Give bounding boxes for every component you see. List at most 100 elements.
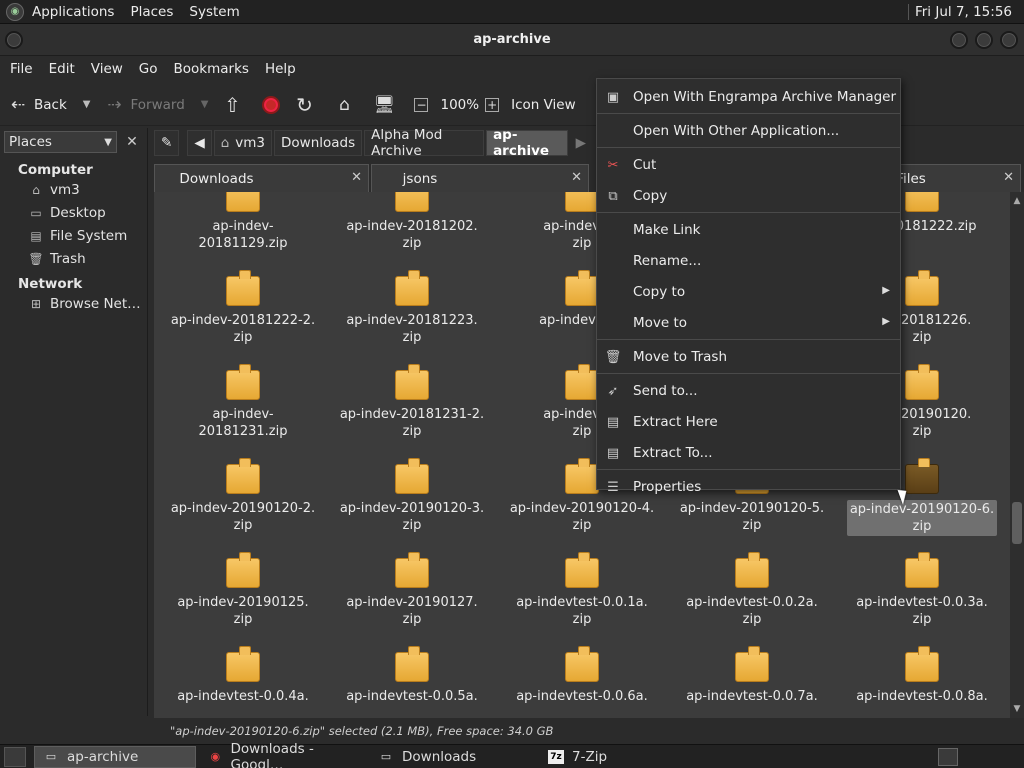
file-item[interactable]: ap-indev-20190120-2. zip: [168, 458, 318, 534]
zoom-out-button[interactable]: −: [414, 97, 434, 112]
show-desktop-button[interactable]: [4, 746, 26, 767]
menu-file[interactable]: File: [2, 61, 41, 77]
computer-button[interactable]: 🖥: [374, 95, 400, 115]
taskbar-item-ap-archive[interactable]: ▭ ap-archive: [34, 745, 196, 768]
sidebar-item-trash[interactable]: 🗑 Trash: [0, 247, 147, 270]
file-item[interactable]: ap-indev-20190120-3. zip: [337, 458, 487, 534]
file-item[interactable]: ap-indevtest-0.0.5a.: [337, 646, 487, 705]
file-label-ext: zip: [233, 612, 253, 627]
file-item[interactable]: ap-indevtest-0.0.7a.: [677, 646, 827, 705]
sidebar-item-browse-network[interactable]: ⊞ Browse Net…: [0, 292, 147, 315]
maximize-button[interactable]: [975, 31, 993, 49]
sidebar-item-desktop[interactable]: ▭ Desktop: [0, 201, 147, 224]
sidebar-item-file-system[interactable]: ▤ File System: [0, 224, 147, 247]
up-button[interactable]: ⇧: [222, 93, 248, 117]
file-item[interactable]: ap-indev-20181129.zip: [168, 192, 318, 252]
home-button[interactable]: ⌂: [334, 95, 360, 115]
close-window-button[interactable]: [1000, 31, 1018, 49]
menu-item-rename[interactable]: Rename...: [597, 245, 900, 276]
sidebar-item-vm3[interactable]: ⌂ vm3: [0, 178, 147, 201]
menu-item-make-link[interactable]: Make Link: [597, 214, 900, 245]
breadcrumb-ap-archive[interactable]: ap-archive: [486, 127, 568, 159]
taskbar-item-downloads[interactable]: ▭ Downloads: [370, 746, 536, 768]
view-mode-select[interactable]: Icon View: [511, 97, 576, 113]
menu-edit[interactable]: Edit: [41, 61, 83, 77]
window-menu-button[interactable]: [5, 31, 23, 49]
file-item[interactable]: ap-indev-20181222-2. zip: [168, 270, 318, 346]
menu-item-extract-here[interactable]: ▤ Extract Here: [597, 406, 900, 437]
file-item[interactable]: ap-indevtest-0.0.1a. zip: [507, 552, 657, 628]
tab-downloads[interactable]: Downloads ✕: [154, 164, 369, 192]
menu-item-move-to[interactable]: Move to ▶: [597, 307, 900, 338]
sidebar-item-label: Browse Net…: [50, 295, 141, 312]
distro-logo-icon[interactable]: ◉: [6, 2, 24, 21]
menu-item-extract-to[interactable]: ▤ Extract To...: [597, 437, 900, 468]
close-tab-icon[interactable]: ✕: [571, 170, 582, 185]
breadcrumb-alpha-mod-archive[interactable]: Alpha Mod Archive: [364, 127, 485, 159]
file-item[interactable]: ap-indevtest-0.0.2a. zip: [677, 552, 827, 628]
archive-icon: [565, 364, 599, 400]
scroll-down-icon[interactable]: ▼: [1010, 702, 1024, 716]
menu-go[interactable]: Go: [131, 61, 166, 77]
tab-jsons[interactable]: jsons ✕: [371, 164, 589, 192]
file-item[interactable]: ap-indev-20190125. zip: [168, 552, 318, 628]
forward-history-dropdown-icon[interactable]: ▼: [201, 99, 209, 110]
applications-menu[interactable]: Applications: [24, 4, 122, 20]
clock[interactable]: Fri Jul 7, 15:56: [915, 4, 1018, 20]
breadcrumb-scroll-right-button[interactable]: ▶: [570, 130, 592, 156]
menu-item-cut[interactable]: ✂ Cut: [597, 149, 900, 180]
zoom-in-button[interactable]: +: [485, 97, 505, 112]
file-item[interactable]: ap-indev-20181231.zip: [168, 364, 318, 440]
workspace-switcher[interactable]: [938, 747, 958, 766]
window-titlebar[interactable]: ap-archive: [0, 24, 1024, 56]
vertical-scrollbar[interactable]: ▲ ▼: [1010, 192, 1024, 718]
menu-item-properties[interactable]: ☰ Properties: [597, 471, 900, 502]
reload-icon: ↻: [296, 92, 313, 117]
toggle-location-entry-button[interactable]: ✎: [154, 130, 180, 156]
archive-icon: [226, 192, 260, 212]
reload-button[interactable]: ↻: [294, 92, 320, 117]
menu-item-open-with-other[interactable]: Open With Other Application...: [597, 115, 900, 146]
back-history-dropdown-icon[interactable]: ▼: [83, 99, 91, 110]
places-menu[interactable]: Places: [122, 4, 181, 20]
sidebar-type-select[interactable]: Places ▼: [4, 131, 117, 153]
menu-item-label: Extract To...: [633, 444, 713, 461]
menu-item-copy-to[interactable]: Copy to ▶: [597, 276, 900, 307]
breadcrumb-label: ap-archive: [493, 127, 550, 159]
file-item[interactable]: ap-indevtest-0.0.4a.: [168, 646, 318, 705]
menu-item-open-with-engrampa[interactable]: ▣ Open With Engrampa Archive Manager: [597, 81, 900, 112]
file-item[interactable]: ap-indev-20181231-2. zip: [337, 364, 487, 440]
file-item[interactable]: ap-indevtest-0.0.3a. zip: [847, 552, 997, 628]
menu-help[interactable]: Help: [257, 61, 304, 77]
menu-bookmarks[interactable]: Bookmarks: [166, 61, 257, 77]
file-item[interactable]: ap-indevtest-0.0.6a.: [507, 646, 657, 705]
taskbar-item-7zip[interactable]: 7z 7-Zip: [540, 746, 706, 768]
breadcrumb-downloads[interactable]: Downloads: [274, 130, 363, 156]
file-item[interactable]: ap-indevtest-0.0.8a.: [847, 646, 997, 705]
file-item[interactable]: ap-indev-20181223. zip: [337, 270, 487, 346]
minimize-button[interactable]: [950, 31, 968, 49]
breadcrumb-scroll-left-button[interactable]: ◀: [187, 130, 212, 156]
scroll-up-icon[interactable]: ▲: [1010, 194, 1024, 208]
menu-view[interactable]: View: [83, 61, 131, 77]
system-menu[interactable]: System: [181, 4, 247, 20]
close-sidebar-button[interactable]: ✕: [121, 131, 143, 153]
stop-button[interactable]: [262, 95, 281, 114]
close-tab-icon[interactable]: ✕: [351, 170, 362, 185]
file-item[interactable]: ap-indev-20190127. zip: [337, 552, 487, 628]
file-label: ap-indev-20181231.zip: [198, 407, 288, 439]
forward-button[interactable]: ⇢ Forward ▼: [104, 95, 208, 115]
send-icon: ➶: [607, 383, 619, 399]
file-label: ap-indevtest-0.0.7a.: [686, 689, 818, 704]
scrollbar-thumb[interactable]: [1012, 502, 1022, 544]
menu-item-move-to-trash[interactable]: 🗑 Move to Trash: [597, 341, 900, 372]
menu-separator: [597, 373, 900, 374]
taskbar-item-chrome-downloads[interactable]: ◉ Downloads - Googl…: [200, 741, 366, 768]
back-button[interactable]: ⇠ Back ▼: [8, 95, 91, 115]
breadcrumb-vm3[interactable]: ⌂ vm3: [213, 130, 273, 156]
zoom-level[interactable]: 100%: [440, 97, 479, 113]
file-item[interactable]: ap-indev-20181202. zip: [337, 192, 487, 252]
close-tab-icon[interactable]: ✕: [1003, 170, 1014, 185]
menu-item-send-to[interactable]: ➶ Send to...: [597, 375, 900, 406]
menu-item-copy[interactable]: ⧉ Copy: [597, 180, 900, 211]
